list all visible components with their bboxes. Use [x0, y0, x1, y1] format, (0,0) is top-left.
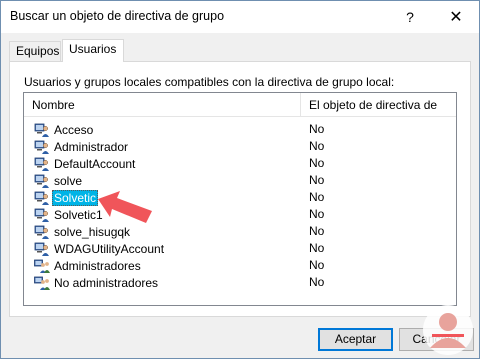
title-bar[interactable]: Buscar un objeto de directiva de grupo ?…	[1, 1, 479, 33]
user-icon	[34, 190, 50, 206]
list-item-value: No	[309, 224, 325, 238]
user-icon	[34, 173, 50, 189]
group-icon	[34, 275, 50, 291]
users-list[interactable]: Nombre El objeto de directiva de ... Acc…	[23, 92, 457, 306]
list-item-label: Solvetic	[52, 189, 99, 206]
list-item-value: No	[309, 139, 325, 153]
list-item[interactable]: Acceso No	[24, 121, 456, 138]
list-item-name[interactable]: solve	[34, 172, 84, 189]
list-item[interactable]: solve_hisugqk No	[24, 223, 456, 240]
watermark-logo	[423, 305, 473, 355]
list-item[interactable]: Solvetic1 No	[24, 206, 456, 223]
list-item-label: Acceso	[54, 122, 94, 137]
pointer-arrow-icon	[98, 191, 152, 223]
list-rows: Acceso No Administrador No DefaultAccount No s…	[24, 121, 456, 291]
list-item-value: No	[309, 207, 325, 221]
list-item[interactable]: Administrador No	[24, 138, 456, 155]
list-description: Usuarios y grupos locales compatibles co…	[24, 75, 395, 89]
user-icon	[34, 241, 50, 257]
list-item-name[interactable]: Administrador	[34, 138, 130, 155]
list-item-label: solve	[54, 173, 83, 188]
user-icon	[34, 122, 50, 138]
list-item-name[interactable]: Solvetic	[34, 189, 99, 206]
list-item-label: DefaultAccount	[54, 156, 136, 171]
list-header: Nombre El objeto de directiva de ...	[24, 93, 456, 117]
window-title: Buscar un objeto de directiva de grupo	[10, 9, 225, 23]
close-button[interactable]: ✕	[433, 1, 479, 33]
list-item-name[interactable]: Solvetic1	[34, 206, 105, 223]
list-item-value: No	[309, 156, 325, 170]
user-icon	[34, 224, 50, 240]
user-icon	[34, 156, 50, 172]
list-item[interactable]: No administradores No	[24, 274, 456, 291]
list-item-value: No	[309, 173, 325, 187]
user-icon	[34, 139, 50, 155]
column-header-nombre[interactable]: Nombre	[24, 93, 301, 117]
accept-button[interactable]: Aceptar	[318, 328, 393, 351]
tab-panel-usuarios: Usuarios y grupos locales compatibles co…	[9, 61, 471, 317]
list-item-label: Administrador	[54, 139, 129, 154]
list-item[interactable]: Solvetic No	[24, 189, 456, 206]
list-item-name[interactable]: WDAGUtilityAccount	[34, 240, 166, 257]
list-item[interactable]: solve No	[24, 172, 456, 189]
list-item-value: No	[309, 275, 325, 289]
list-item-value: No	[309, 258, 325, 272]
list-item-label: WDAGUtilityAccount	[54, 241, 165, 256]
list-item-name[interactable]: Administradores	[34, 257, 143, 274]
help-button[interactable]: ?	[387, 1, 433, 33]
list-item-value: No	[309, 190, 325, 204]
column-header-objeto[interactable]: El objeto de directiva de ...	[301, 93, 441, 117]
user-icon	[34, 207, 50, 223]
list-item-name[interactable]: DefaultAccount	[34, 155, 137, 172]
list-item-label: No administradores	[54, 275, 159, 290]
tab-equipos[interactable]: Equipos	[9, 41, 61, 61]
list-item-value: No	[309, 241, 325, 255]
list-item[interactable]: DefaultAccount No	[24, 155, 456, 172]
list-item-label: Administradores	[54, 258, 141, 273]
list-item[interactable]: Administradores No	[24, 257, 456, 274]
group-icon	[34, 258, 50, 274]
list-item-name[interactable]: Acceso	[34, 121, 95, 138]
tab-usuarios[interactable]: Usuarios	[62, 39, 124, 62]
list-item-name[interactable]: No administradores	[34, 274, 160, 291]
list-item-value: No	[309, 122, 325, 136]
list-item[interactable]: WDAGUtilityAccount No	[24, 240, 456, 257]
